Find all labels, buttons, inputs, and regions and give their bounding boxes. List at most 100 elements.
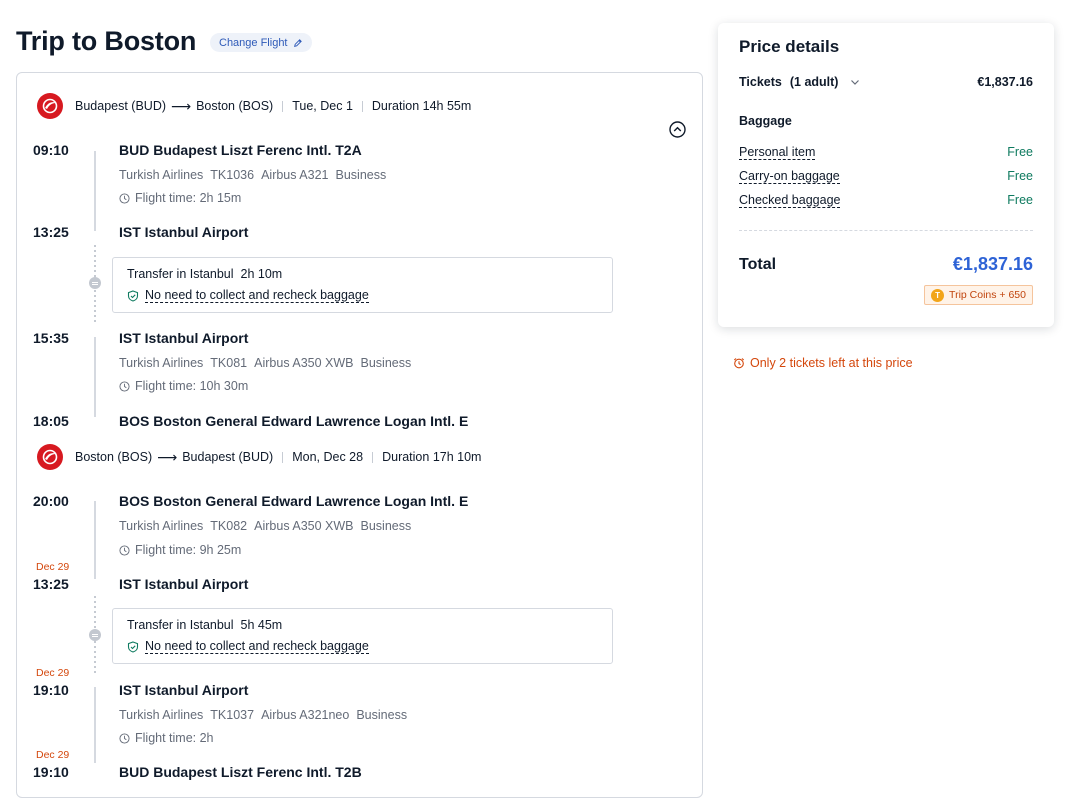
arrival-date-note: Dec 29 (36, 561, 70, 573)
arrow-right-icon: ⟶ (171, 98, 192, 114)
timeline-line (94, 151, 96, 231)
chevron-down-icon[interactable] (850, 77, 860, 87)
baggage-row: Carry-on baggage Free (739, 169, 1033, 184)
route-from: Budapest (BUD) (75, 99, 167, 113)
departure-time: 09:10 (33, 142, 69, 158)
transfer-duration: 2h 10m (240, 267, 283, 281)
flight-time: Flight time: 9h 25m (119, 543, 241, 557)
transfer-label: Transfer in Istanbul (127, 618, 234, 632)
arrival-station: BUD Budapest Liszt Ferenc Intl. T2B (119, 764, 362, 780)
departure-time: 20:00 (33, 493, 69, 509)
clock-icon (119, 192, 130, 204)
itinerary-card: Budapest (BUD) ⟶ Boston (BOS) Tue, Dec 1… (16, 72, 703, 798)
aircraft-type: Airbus A321neo (261, 708, 350, 722)
coin-icon: T (931, 288, 945, 302)
cabin-class: Business (335, 168, 387, 182)
flight-time-text: Flight time: 10h 30m (135, 379, 249, 393)
arrow-right-icon: ⟶ (157, 449, 178, 465)
arrival-time: 13:25 (33, 576, 69, 592)
airline-name: Turkish Airlines (119, 708, 204, 722)
clock-icon (119, 732, 130, 744)
flight-number: TK081 (210, 356, 248, 370)
divider (372, 451, 374, 463)
edit-icon (293, 38, 302, 47)
change-flight-label: Change Flight (219, 36, 288, 49)
turkish-airlines-logo (37, 93, 63, 119)
flight-number: TK1036 (210, 168, 255, 182)
outbound-header: Budapest (BUD) ⟶ Boston (BOS) Tue, Dec 1… (37, 93, 471, 119)
divider (361, 100, 363, 112)
flight-time: Flight time: 10h 30m (119, 379, 248, 393)
arrival-date-note: Dec 29 (36, 749, 70, 761)
arrival-station: BOS Boston General Edward Lawrence Logan… (119, 413, 469, 429)
baggage-name[interactable]: Personal item (739, 145, 816, 160)
total-label: Total (739, 256, 777, 273)
chevron-up-icon[interactable] (669, 121, 686, 138)
route-to: Budapest (BUD) (182, 450, 274, 464)
flight-time-text: Flight time: 2h (135, 731, 214, 745)
baggage-note[interactable]: No need to collect and recheck baggage (145, 288, 369, 303)
transfer-info: Transfer in Istanbul 2h 10m No need to c… (112, 257, 613, 313)
shield-check-icon (127, 289, 139, 302)
arrival-station: IST Istanbul Airport (119, 576, 249, 592)
baggage-row: Personal item Free (739, 145, 1033, 160)
scarcity-alert: Only 2 tickets left at this price (733, 356, 913, 370)
inbound-header: Boston (BOS) ⟶ Budapest (BUD) Mon, Dec 2… (37, 444, 481, 470)
aircraft-type: Airbus A321 (261, 168, 329, 182)
route-to: Boston (BOS) (196, 99, 274, 113)
scarcity-text: Only 2 tickets left at this price (750, 356, 913, 370)
arrival-time: 18:05 (33, 413, 69, 429)
arrival-time: 19:10 (33, 764, 69, 780)
flight-details: Turkish Airlines TK1037 Airbus A321neo B… (119, 708, 407, 722)
flight-details: Turkish Airlines TK082 Airbus A350 XWB B… (119, 519, 411, 533)
departure-time: 15:35 (33, 330, 69, 346)
tickets-row[interactable]: Tickets (1 adult) €1,837.16 (739, 75, 1033, 89)
airline-name: Turkish Airlines (119, 519, 204, 533)
departure-station: BOS Boston General Edward Lawrence Logan… (119, 493, 469, 509)
timeline-line (94, 337, 96, 417)
price-details-card: Price details Tickets (1 adult) €1,837.1… (718, 23, 1054, 327)
airline-name: Turkish Airlines (119, 356, 204, 370)
aircraft-type: Airbus A350 XWB (254, 356, 354, 370)
baggage-name[interactable]: Checked baggage (739, 193, 841, 208)
inbound-route: Boston (BOS) ⟶ Budapest (BUD) (75, 450, 273, 464)
transfer-duration: 5h 45m (240, 618, 283, 632)
flight-time: Flight time: 2h (119, 731, 214, 745)
divider (282, 100, 284, 112)
transfer-info: Transfer in Istanbul 5h 45m No need to c… (112, 608, 613, 664)
flight-time: Flight time: 2h 15m (119, 191, 241, 205)
turkish-airlines-logo (37, 444, 63, 470)
inbound-date: Mon, Dec 28 (292, 450, 364, 464)
baggage-note[interactable]: No need to collect and recheck baggage (145, 639, 369, 654)
total-price: €1,837.16 (952, 254, 1033, 274)
change-flight-button[interactable]: Change Flight (210, 33, 312, 52)
price-details-title: Price details (739, 37, 840, 56)
tickets-label: Tickets (739, 75, 782, 89)
flight-number: TK082 (210, 519, 248, 533)
aircraft-type: Airbus A350 XWB (254, 519, 354, 533)
tickets-qty: (1 adult) (789, 75, 839, 89)
timeline-line (94, 687, 96, 763)
airline-name: Turkish Airlines (119, 168, 204, 182)
flight-number: TK1037 (210, 708, 255, 722)
departure-station: IST Istanbul Airport (119, 682, 249, 698)
page-title: Trip to Boston (16, 26, 197, 56)
flight-details: Turkish Airlines TK081 Airbus A350 XWB B… (119, 356, 411, 370)
timeline-line (94, 501, 96, 579)
trip-coins-badge: T Trip Coins + 650 (924, 285, 1033, 305)
divider (282, 451, 284, 463)
baggage-value: Free (1007, 145, 1033, 159)
outbound-date: Tue, Dec 1 (292, 99, 353, 113)
outbound-route: Budapest (BUD) ⟶ Boston (BOS) (75, 99, 273, 113)
arrival-time: 13:25 (33, 224, 69, 240)
baggage-name[interactable]: Carry-on baggage (739, 169, 840, 184)
departure-station: BUD Budapest Liszt Ferenc Intl. T2A (119, 142, 362, 158)
inbound-duration: Duration 17h 10m (382, 450, 482, 464)
trip-coins-text: Trip Coins + 650 (949, 289, 1026, 301)
cabin-class: Business (356, 708, 408, 722)
departure-station: IST Istanbul Airport (119, 330, 249, 346)
departure-time: 19:10 (33, 682, 69, 698)
transfer-icon (89, 277, 101, 289)
departure-date-note: Dec 29 (36, 667, 70, 679)
flight-time-text: Flight time: 9h 25m (135, 543, 242, 557)
